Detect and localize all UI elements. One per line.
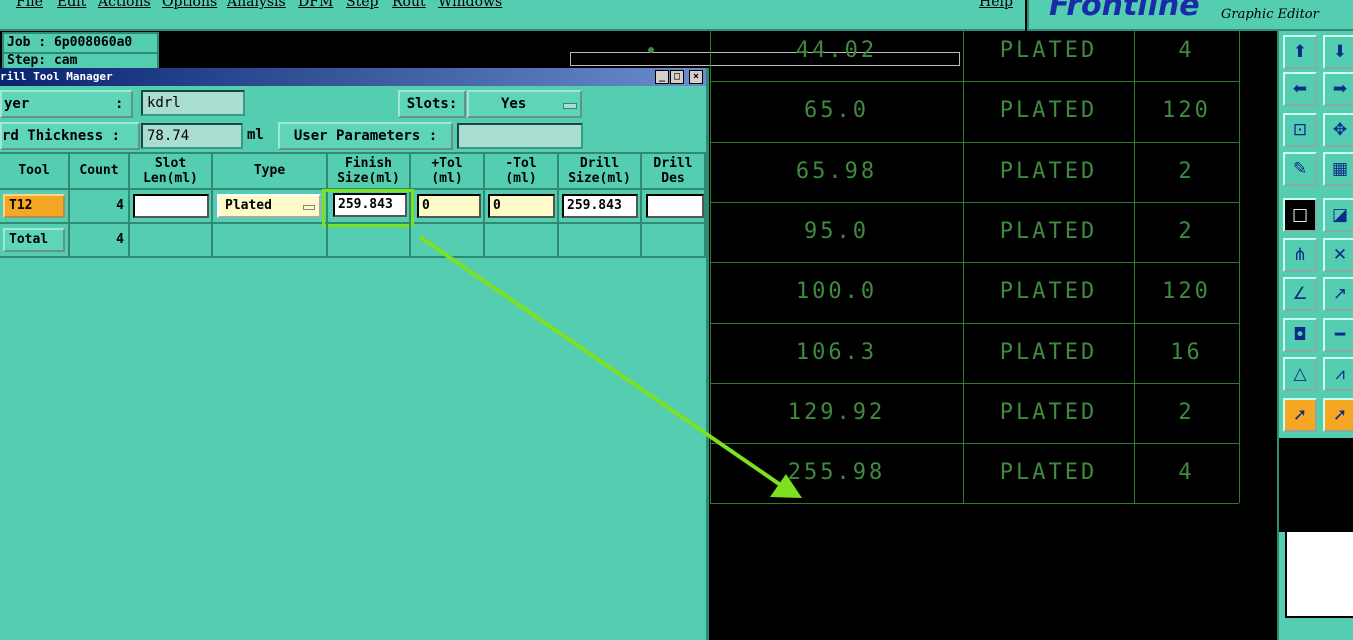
menu-edit[interactable]: Edit	[57, 0, 86, 10]
menu-analysis[interactable]: Analysis	[227, 0, 286, 10]
menu-step[interactable]: Step	[346, 0, 378, 10]
menu-rout[interactable]: Rout	[392, 0, 426, 10]
menu-options[interactable]: Options	[162, 0, 217, 10]
menu-actions[interactable]: Actions	[98, 0, 151, 10]
menu-file[interactable]: File	[16, 0, 43, 10]
annotation-arrow	[418, 235, 802, 498]
menu-windows[interactable]: Windows	[438, 0, 502, 10]
menu-dfm[interactable]: DFM	[298, 0, 333, 10]
